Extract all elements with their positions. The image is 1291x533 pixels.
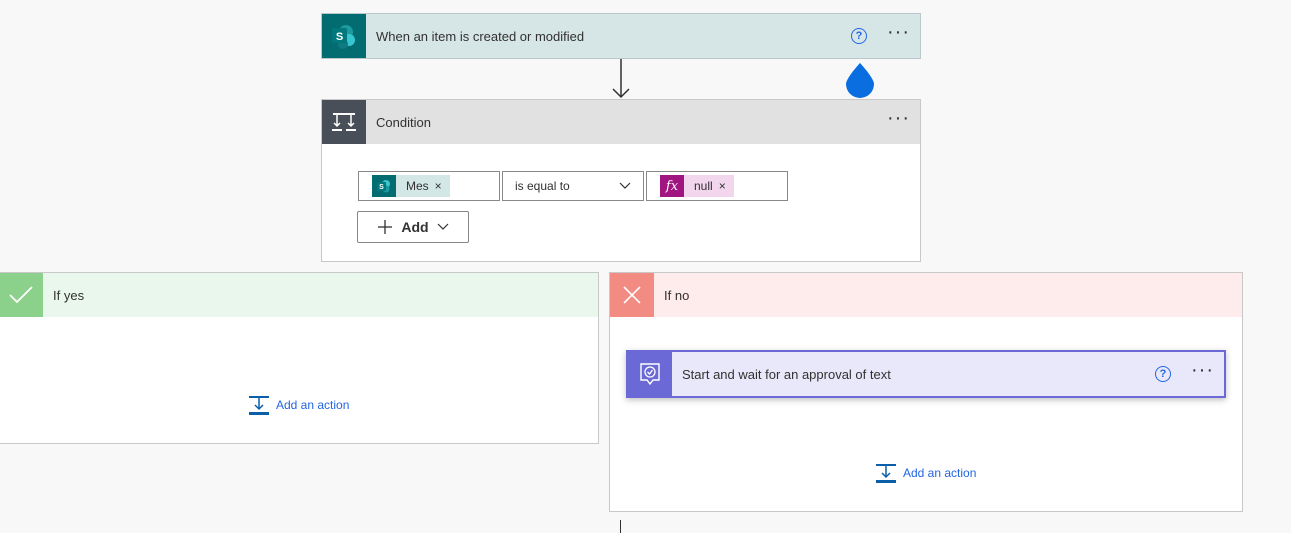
more-options-icon[interactable]: ··· <box>1191 360 1214 383</box>
chevron-down-icon <box>437 223 449 230</box>
right-operand-field[interactable]: fx null × <box>646 171 788 201</box>
approval-header[interactable]: Start and wait for an approval of text ?… <box>628 352 1224 396</box>
checkmark-icon <box>0 273 43 317</box>
trigger-card[interactable]: S When an item is created or modified ? … <box>321 13 921 59</box>
condition-icon <box>322 100 366 144</box>
expression-token[interactable]: fx null × <box>660 175 734 197</box>
approval-action-card[interactable]: Start and wait for an approval of text ?… <box>626 350 1226 398</box>
if-yes-title: If yes <box>53 287 85 303</box>
if-yes-header: If yes <box>0 273 598 317</box>
help-icon[interactable]: ? <box>851 28 868 44</box>
add-an-action-link[interactable]: Add an action <box>875 462 976 484</box>
expression-icon: fx <box>660 175 684 197</box>
connector-arrow-icon <box>612 59 630 99</box>
operator-dropdown[interactable]: is equal to <box>502 171 644 201</box>
close-icon <box>610 273 654 317</box>
svg-text:S: S <box>379 184 384 191</box>
add-an-action-label: Add an action <box>276 398 350 412</box>
token-label: Mes <box>406 179 429 193</box>
left-operand-field[interactable]: S Mes × <box>358 171 500 201</box>
approval-icon <box>628 352 672 396</box>
dynamic-content-token[interactable]: S Mes × <box>372 175 450 197</box>
chevron-down-icon <box>619 182 631 189</box>
add-an-action-link[interactable]: Add an action <box>248 394 349 416</box>
connector-line <box>620 520 621 533</box>
condition-header[interactable]: Condition ··· <box>322 100 920 144</box>
add-button-label: Add <box>401 219 429 235</box>
remove-token-icon[interactable]: × <box>719 179 734 193</box>
trigger-title: When an item is created or modified <box>376 28 585 44</box>
token-label: null <box>694 179 713 193</box>
more-options-icon[interactable]: ··· <box>887 108 910 131</box>
help-icon[interactable]: ? <box>1155 366 1172 382</box>
add-action-icon <box>249 396 269 415</box>
sharepoint-icon: S <box>372 175 396 197</box>
more-options-icon[interactable]: ··· <box>887 22 910 45</box>
add-an-action-label: Add an action <box>903 466 977 480</box>
condition-title: Condition <box>376 114 431 130</box>
if-no-title: If no <box>664 287 690 303</box>
trigger-header[interactable]: S When an item is created or modified ? … <box>322 14 920 58</box>
remove-token-icon[interactable]: × <box>435 179 450 193</box>
add-condition-button[interactable]: Add <box>357 211 469 243</box>
svg-text:S: S <box>336 31 343 43</box>
if-no-header: If no <box>610 273 1242 317</box>
drop-indicator-icon[interactable] <box>844 62 876 98</box>
sharepoint-icon: S <box>322 14 366 58</box>
plus-icon <box>378 220 393 234</box>
add-action-icon <box>876 464 896 483</box>
operator-value: is equal to <box>515 179 570 193</box>
approval-title: Start and wait for an approval of text <box>682 366 891 382</box>
if-yes-branch: If yes <box>0 272 599 444</box>
